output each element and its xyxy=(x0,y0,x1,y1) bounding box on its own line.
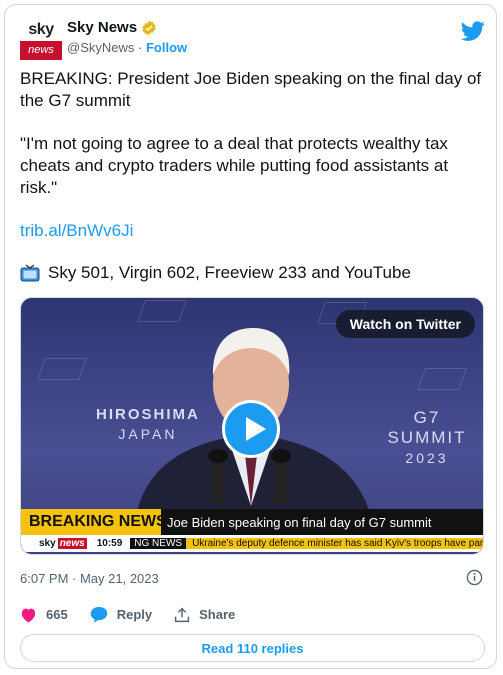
tweet-timestamp[interactable]: 6:07 PM · May 21, 2023 xyxy=(20,571,159,586)
backdrop-right-line2: 2023 xyxy=(405,450,449,466)
share-button[interactable]: Share xyxy=(174,607,235,623)
reply-bubble-icon xyxy=(90,607,107,623)
play-button[interactable] xyxy=(222,400,280,458)
ticker-tag: NG NEWS xyxy=(130,538,187,549)
tweet-card: sky news Sky News @SkyNews · Follow BREA… xyxy=(4,4,497,669)
backdrop-right-line1: G7 SUMMIT xyxy=(387,408,467,447)
twitter-bird-icon[interactable] xyxy=(461,19,485,43)
like-button[interactable]: 665 xyxy=(20,607,68,623)
tweet-paragraph-2: "I'm not going to agree to a deal that p… xyxy=(20,134,449,197)
tweet-channels: Sky 501, Virgin 602, Freeview 233 and Yo… xyxy=(48,263,411,282)
backdrop-pattern xyxy=(416,368,468,390)
verified-badge-icon xyxy=(142,20,156,35)
breaking-headline: Joe Biden speaking on final day of G7 su… xyxy=(161,509,483,535)
tweet-link[interactable]: trib.al/BnWv6Ji xyxy=(20,220,485,242)
share-label: Share xyxy=(199,607,236,622)
reply-button[interactable]: Reply xyxy=(90,606,152,623)
author-name[interactable]: Sky News xyxy=(67,19,137,36)
follow-link[interactable]: Follow xyxy=(146,40,187,55)
ticker-logo: sky news xyxy=(21,538,87,549)
ticker-logo-news: news xyxy=(57,538,87,549)
ticker-logo-sky: sky xyxy=(39,538,56,549)
ticker-text: Ukraine's deputy defence minister has sa… xyxy=(186,538,483,549)
tv-icon xyxy=(20,264,40,282)
video-player[interactable]: HIROSHIMA JAPAN G7 SUMMIT 2023 Watch on … xyxy=(20,297,484,555)
info-icon[interactable] xyxy=(466,569,483,586)
news-ticker: sky news 10:59 NG NEWS Ukraine's deputy … xyxy=(21,535,483,552)
reply-label: Reply xyxy=(116,607,153,622)
handle-separator: · xyxy=(138,40,143,55)
backdrop-pattern xyxy=(36,358,88,380)
read-replies-button[interactable]: Read 110 replies xyxy=(20,634,485,662)
backdrop-g7: G7 SUMMIT 2023 xyxy=(371,408,483,466)
author-handle-row: @SkyNews · Follow xyxy=(67,40,187,55)
author-handle[interactable]: @SkyNews xyxy=(67,40,134,55)
author-name-row[interactable]: Sky News xyxy=(67,19,157,36)
ticker-time: 10:59 xyxy=(96,538,123,549)
tweet-channels-row: Sky 501, Virgin 602, Freeview 233 and Yo… xyxy=(20,262,485,284)
tweet-actions: 665 Reply Share xyxy=(20,606,257,623)
avatar-sky-text: sky xyxy=(20,18,62,41)
like-count: 665 xyxy=(46,607,68,622)
avatar-news-text: news xyxy=(20,41,62,60)
watch-on-twitter-button[interactable]: Watch on Twitter xyxy=(335,310,475,338)
heart-icon xyxy=(21,608,36,622)
tweet-paragraph-1: BREAKING: President Joe Biden speaking o… xyxy=(20,69,482,110)
sky-news-avatar[interactable]: sky news xyxy=(20,18,62,60)
share-icon xyxy=(174,607,190,622)
breaking-news-label: BREAKING NEWS xyxy=(21,509,178,535)
